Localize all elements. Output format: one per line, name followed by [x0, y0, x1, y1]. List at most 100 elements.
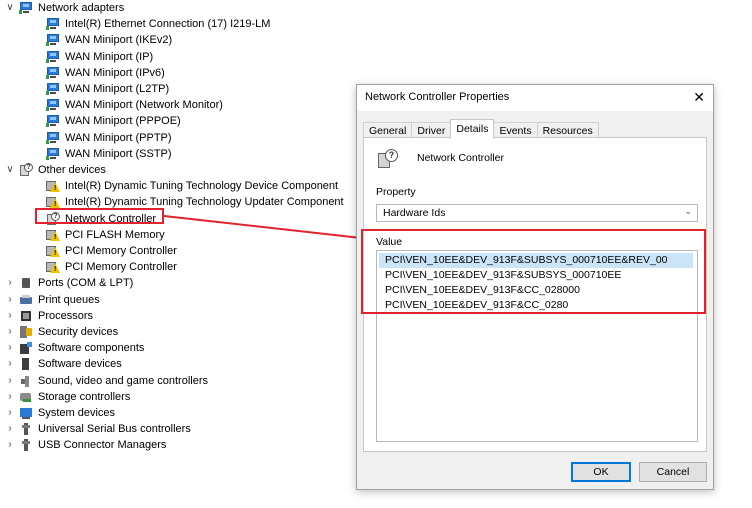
warning-device-icon: ! — [46, 179, 60, 193]
network-adapter-icon — [46, 50, 60, 64]
network-adapter-icon — [46, 17, 60, 31]
chevron-right-icon[interactable]: › — [4, 356, 16, 372]
tree-device-item[interactable]: WAN Miniport (PPTP) — [46, 130, 172, 146]
tree-device-item[interactable]: WAN Miniport (IPv6) — [46, 65, 165, 81]
tree-category[interactable]: › System devices — [4, 405, 115, 421]
network-adapter-icon — [19, 1, 33, 15]
chevron-right-icon[interactable]: › — [4, 421, 16, 437]
ok-button[interactable]: OK — [571, 462, 631, 482]
chevron-right-icon[interactable]: › — [4, 292, 16, 308]
tree-device-item[interactable]: WAN Miniport (Network Monitor) — [46, 97, 223, 113]
tree-item-label: Sound, video and game controllers — [38, 375, 208, 387]
tree-item-label: PCI FLASH Memory — [65, 229, 165, 241]
network-adapter-icon — [46, 147, 60, 161]
tree-category[interactable]: › Ports (COM & LPT) — [4, 275, 133, 291]
security-device-icon — [19, 325, 33, 339]
warning-device-icon: ! — [46, 195, 60, 209]
dialog-title: Network Controller Properties — [365, 91, 510, 103]
software-device-icon — [19, 357, 33, 371]
tree-category[interactable]: › Sound, video and game controllers — [4, 373, 208, 389]
port-icon — [19, 276, 33, 290]
tree-device-item[interactable]: ! PCI FLASH Memory — [46, 227, 165, 243]
device-name: Network Controller — [417, 152, 504, 164]
tree-category[interactable]: › Print queues — [4, 292, 99, 308]
tree-item-label: WAN Miniport (PPPOE) — [65, 115, 181, 127]
tree-category[interactable]: ∨ Network adapters — [4, 0, 124, 16]
property-dropdown[interactable]: Hardware Ids ⌄ — [376, 204, 698, 222]
tree-item-label: System devices — [38, 407, 116, 419]
chevron-right-icon[interactable]: › — [4, 437, 16, 453]
close-icon[interactable]: ✕ — [693, 89, 705, 105]
tree-category[interactable]: › USB Connector Managers — [4, 437, 166, 453]
network-adapter-icon — [46, 114, 60, 128]
network-adapter-icon — [46, 131, 60, 145]
chevron-right-icon[interactable]: › — [4, 405, 16, 421]
tree-category[interactable]: › Software devices — [4, 356, 122, 372]
chevron-right-icon[interactable]: › — [4, 340, 16, 356]
chevron-down-icon[interactable]: ∨ — [4, 162, 16, 178]
tree-item-label: Ports (COM & LPT) — [38, 277, 134, 289]
tree-item-label: WAN Miniport (PPTP) — [65, 132, 172, 144]
tree-category[interactable]: › Universal Serial Bus controllers — [4, 421, 191, 437]
storage-controller-icon — [19, 390, 33, 404]
tree-item-label: WAN Miniport (L2TP) — [65, 83, 170, 95]
warning-device-icon: ! — [46, 228, 60, 242]
tree-item-label: WAN Miniport (IKEv2) — [65, 34, 173, 46]
usb-icon — [19, 422, 33, 436]
tree-item-label: Storage controllers — [38, 391, 131, 403]
network-adapter-icon — [46, 66, 60, 80]
speaker-icon — [19, 374, 33, 388]
software-component-icon — [19, 341, 33, 355]
dialog-titlebar: Network Controller Properties ✕ — [357, 85, 713, 111]
annotation-highlight-value-box — [361, 229, 706, 314]
warning-device-icon: ! — [46, 244, 60, 258]
unknown-device-icon: ? — [19, 163, 33, 177]
warning-device-icon: ! — [46, 260, 60, 274]
chevron-right-icon[interactable]: › — [4, 324, 16, 340]
chevron-right-icon[interactable]: › — [4, 308, 16, 324]
tree-device-item[interactable]: ! PCI Memory Controller — [46, 243, 177, 259]
property-label: Property — [376, 186, 416, 198]
tree-category[interactable]: › Storage controllers — [4, 389, 130, 405]
tree-item-label: WAN Miniport (IP) — [65, 51, 154, 63]
tree-category[interactable]: › Security devices — [4, 324, 118, 340]
processor-icon — [19, 309, 33, 323]
tree-item-label: Intel(R) Ethernet Connection (17) I219-L… — [65, 18, 271, 30]
tree-item-label: WAN Miniport (SSTP) — [65, 148, 172, 160]
tree-device-item[interactable]: ! PCI Memory Controller — [46, 259, 177, 275]
property-dropdown-value: Hardware Ids — [383, 207, 446, 219]
network-adapter-icon — [46, 82, 60, 96]
tab-details[interactable]: Details — [450, 119, 495, 139]
tree-device-item[interactable]: WAN Miniport (SSTP) — [46, 146, 172, 162]
tree-item-label: Other devices — [38, 164, 106, 176]
printer-icon — [19, 293, 33, 307]
tree-item-label: WAN Miniport (Network Monitor) — [65, 99, 223, 111]
network-adapter-icon — [46, 33, 60, 47]
tree-item-label: Intel(R) Dynamic Tuning Technology Devic… — [65, 180, 339, 192]
tree-device-item[interactable]: WAN Miniport (IKEv2) — [46, 32, 172, 48]
annotation-highlight-network-controller — [35, 208, 164, 224]
tree-category[interactable]: › Software components — [4, 340, 144, 356]
tree-category[interactable]: › Processors — [4, 308, 93, 324]
tree-item-label: Network adapters — [38, 2, 125, 14]
tree-item-label: Universal Serial Bus controllers — [38, 423, 191, 435]
usb-icon — [19, 438, 33, 452]
tree-item-label: WAN Miniport (IPv6) — [65, 67, 165, 79]
tree-device-item[interactable]: WAN Miniport (IP) — [46, 49, 153, 65]
chevron-right-icon[interactable]: › — [4, 389, 16, 405]
chevron-right-icon[interactable]: › — [4, 373, 16, 389]
chevron-down-icon: ⌄ — [684, 206, 692, 216]
tree-item-label: PCI Memory Controller — [65, 261, 177, 273]
tree-device-item[interactable]: ! Intel(R) Dynamic Tuning Technology Devi… — [46, 178, 338, 194]
tree-item-label: USB Connector Managers — [38, 439, 167, 451]
tree-item-label: Software devices — [38, 358, 122, 370]
tree-device-item[interactable]: WAN Miniport (L2TP) — [46, 81, 169, 97]
tab-strip: General Driver Details Events Resources — [363, 119, 599, 139]
tree-device-item[interactable]: Intel(R) Ethernet Connection (17) I219-L… — [46, 16, 270, 32]
network-adapter-icon — [46, 98, 60, 112]
tree-device-item[interactable]: WAN Miniport (PPPOE) — [46, 113, 181, 129]
chevron-right-icon[interactable]: › — [4, 275, 16, 291]
chevron-down-icon[interactable]: ∨ — [4, 0, 16, 16]
cancel-button[interactable]: Cancel — [639, 462, 707, 482]
tree-category[interactable]: ∨? Other devices — [4, 162, 106, 178]
